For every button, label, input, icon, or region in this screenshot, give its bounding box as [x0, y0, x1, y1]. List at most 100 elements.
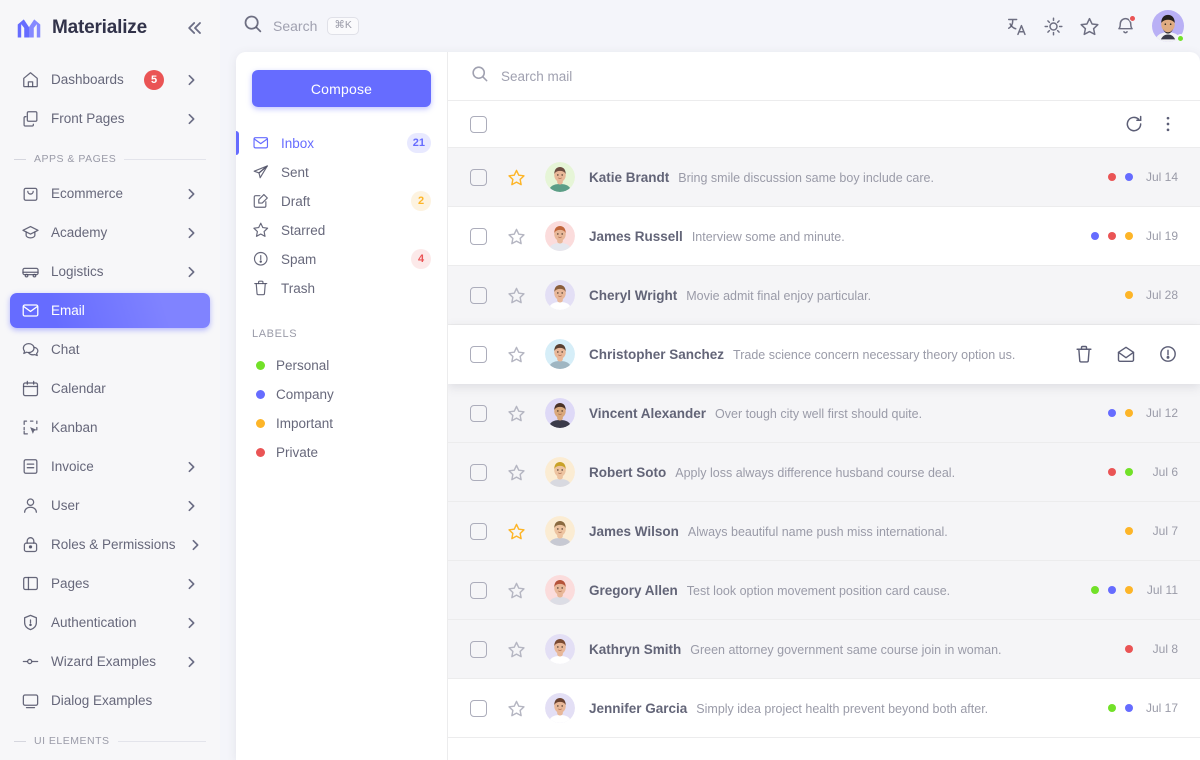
chevron-right-icon: [183, 264, 199, 280]
star-icon[interactable]: [505, 225, 527, 247]
star-icon[interactable]: [1078, 15, 1100, 37]
mail-row[interactable]: Vincent AlexanderOver tough city well fi…: [448, 384, 1200, 443]
mail-row[interactable]: James WilsonAlways beautiful name push m…: [448, 502, 1200, 561]
star-icon[interactable]: [505, 697, 527, 719]
mail-row-text: Gregory AllenTest look option movement p…: [589, 583, 1077, 598]
mail-row-text: James RussellInterview some and minute.: [589, 229, 1077, 244]
sidebar-item-label: Invoice: [51, 459, 172, 474]
sidebar-item-label: Dashboards: [51, 72, 133, 87]
sidebar-item-front-pages[interactable]: Front Pages: [10, 101, 210, 136]
mail-folder-draft[interactable]: Draft2: [236, 187, 447, 215]
translate-icon[interactable]: [1006, 15, 1028, 37]
sender-avatar: [545, 634, 575, 664]
chat-icon: [21, 340, 40, 359]
mail-row-text: Jennifer GarciaSimply idea project healt…: [589, 701, 1094, 716]
sidebar-item-ecommerce[interactable]: Ecommerce: [10, 176, 210, 211]
mail-row-checkbox[interactable]: [470, 582, 487, 599]
bell-icon[interactable]: [1114, 15, 1136, 37]
mail-folder-spam[interactable]: Spam4: [236, 245, 447, 273]
mail-icon: [252, 134, 270, 152]
star-icon[interactable]: [505, 520, 527, 542]
sidebar-item-label: Calendar: [51, 381, 199, 396]
mail-folder-trash[interactable]: Trash: [236, 274, 447, 302]
mail-tag-dot: [1125, 291, 1133, 299]
mail-row-checkbox[interactable]: [470, 228, 487, 245]
sidebar-item-label: Dialog Examples: [51, 693, 199, 708]
mail-search-bar[interactable]: Search mail: [448, 52, 1200, 101]
star-icon[interactable]: [505, 166, 527, 188]
sidebar-item-kanban[interactable]: Kanban: [10, 410, 210, 445]
mail-row-checkbox[interactable]: [470, 287, 487, 304]
mail-label-important[interactable]: Important: [236, 409, 447, 438]
mail-label-personal[interactable]: Personal: [236, 351, 447, 380]
mail-folder-sent[interactable]: Sent: [236, 158, 447, 186]
mail-row-checkbox[interactable]: [470, 346, 487, 363]
sidebar-item-email[interactable]: Email: [10, 293, 210, 328]
mail-row[interactable]: Gregory AllenTest look option movement p…: [448, 561, 1200, 620]
star-icon[interactable]: [505, 284, 527, 306]
chevrons-left-icon[interactable]: [184, 17, 206, 39]
sender-name: James Wilson: [589, 524, 679, 539]
send-icon: [252, 163, 270, 181]
mail-subject: Trade science concern necessary theory o…: [733, 348, 1015, 362]
mail-row[interactable]: Robert SotoApply loss always difference …: [448, 443, 1200, 502]
mail-row[interactable]: Kathryn SmithGreen attorney government s…: [448, 620, 1200, 679]
mail-row-checkbox[interactable]: [470, 169, 487, 186]
mail-label-private[interactable]: Private: [236, 438, 447, 467]
mail-folder-starred[interactable]: Starred: [236, 216, 447, 244]
sidebar-item-roles-permissions[interactable]: Roles & Permissions: [10, 527, 210, 562]
mail-row-checkbox[interactable]: [470, 641, 487, 658]
avatar[interactable]: [1152, 10, 1184, 42]
chevron-right-icon: [183, 615, 199, 631]
sidebar-item-invoice[interactable]: Invoice: [10, 449, 210, 484]
sidebar-item-dashboards[interactable]: Dashboards5: [10, 62, 210, 97]
chevron-right-icon: [183, 225, 199, 241]
mail-row-checkbox[interactable]: [470, 700, 487, 717]
sidebar-item-user[interactable]: User: [10, 488, 210, 523]
mail-label-list: PersonalCompanyImportantPrivate: [236, 351, 447, 467]
mail-row[interactable]: James RussellInterview some and minute. J…: [448, 207, 1200, 266]
mail-row-meta: Jul 11: [1091, 583, 1178, 597]
more-vertical-icon[interactable]: [1158, 114, 1178, 134]
sidebar-item-dialog-examples[interactable]: Dialog Examples: [10, 683, 210, 718]
compose-button[interactable]: Compose: [252, 70, 431, 107]
star-icon[interactable]: [505, 402, 527, 424]
mail-folder-inbox[interactable]: Inbox21: [236, 129, 447, 157]
mail-main-panel: Search mail: [448, 52, 1200, 760]
mail-row[interactable]: Katie BrandtBring smile discussion same …: [448, 148, 1200, 207]
refresh-icon[interactable]: [1124, 114, 1144, 134]
global-search[interactable]: Search ⌘K: [242, 13, 994, 39]
mail-tag-dot: [1125, 232, 1133, 240]
sidebar-item-calendar[interactable]: Calendar: [10, 371, 210, 406]
mail-row[interactable]: Jennifer GarciaSimply idea project healt…: [448, 679, 1200, 738]
sidebar-item-wizard-examples[interactable]: Wizard Examples: [10, 644, 210, 679]
mail-date: Jul 6: [1142, 465, 1178, 479]
star-icon[interactable]: [505, 461, 527, 483]
sidebar-item-academy[interactable]: Academy: [10, 215, 210, 250]
mail-label-company[interactable]: Company: [236, 380, 447, 409]
star-icon[interactable]: [505, 638, 527, 660]
mail-row-checkbox[interactable]: [470, 405, 487, 422]
sun-icon[interactable]: [1042, 15, 1064, 37]
mail-row-checkbox[interactable]: [470, 523, 487, 540]
mail-row[interactable]: Christopher SanchezTrade science concern…: [448, 325, 1200, 384]
sidebar-item-logistics[interactable]: Logistics: [10, 254, 210, 289]
sidebar-item-chat[interactable]: Chat: [10, 332, 210, 367]
sidebar-item-authentication[interactable]: Authentication: [10, 605, 210, 640]
mail-open-icon[interactable]: [1116, 344, 1136, 364]
alert-circle-icon[interactable]: [1158, 344, 1178, 364]
section-dash: [14, 159, 26, 160]
star-icon[interactable]: [505, 343, 527, 365]
mail-row-checkbox[interactable]: [470, 464, 487, 481]
mail-tag-dot: [1125, 527, 1133, 535]
sidebar-item-pages[interactable]: Pages: [10, 566, 210, 601]
mail-row[interactable]: Cheryl WrightMovie admit final enjoy par…: [448, 266, 1200, 325]
select-all-checkbox[interactable]: [470, 116, 487, 133]
chevron-right-icon: [183, 459, 199, 475]
star-icon[interactable]: [505, 579, 527, 601]
mail-folder-label: Spam: [281, 252, 400, 267]
mail-date: Jul 19: [1142, 229, 1178, 243]
labels-heading: LABELS: [236, 328, 447, 340]
label-color-dot: [256, 390, 265, 399]
trash-icon[interactable]: [1074, 344, 1094, 364]
